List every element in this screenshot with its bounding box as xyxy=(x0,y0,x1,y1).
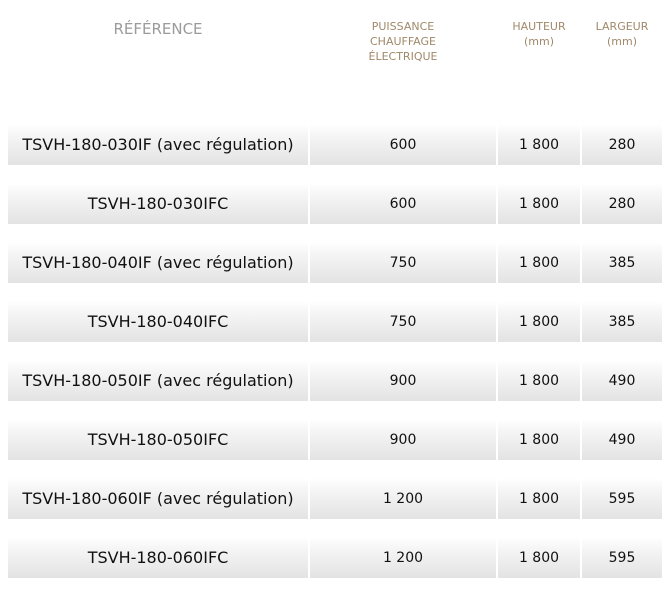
cell-width: 490 xyxy=(582,419,662,460)
cell-width: 595 xyxy=(582,537,662,578)
cell-reference: TSVH-180-040IF (avec régulation) xyxy=(8,242,308,283)
cell-reference: TSVH-180-030IF (avec régulation) xyxy=(8,124,308,165)
header-width: LARGEUR (mm) xyxy=(582,19,662,49)
cell-width: 280 xyxy=(582,183,662,224)
cell-reference: TSVH-180-050IFC xyxy=(8,419,308,460)
cell-power: 1 200 xyxy=(310,478,496,519)
cell-power: 600 xyxy=(310,183,496,224)
cell-reference: TSVH-180-060IF (avec régulation) xyxy=(8,478,308,519)
cell-reference: TSVH-180-040IFC xyxy=(8,301,308,342)
cell-power: 900 xyxy=(310,360,496,401)
header-reference: RÉFÉRENCE xyxy=(113,20,203,38)
cell-height: 1 800 xyxy=(498,183,580,224)
cell-height: 1 800 xyxy=(498,124,580,165)
header-width-unit: (mm) xyxy=(606,35,637,48)
header-height-line: HAUTEUR xyxy=(512,20,566,33)
cell-width: 280 xyxy=(582,124,662,165)
table-body: TSVH-180-030IF (avec régulation) 600 1 8… xyxy=(8,124,662,596)
cell-power: 900 xyxy=(310,419,496,460)
table-row: TSVH-180-040IF (avec régulation) 750 1 8… xyxy=(8,242,662,283)
cell-height: 1 800 xyxy=(498,242,580,283)
cell-width: 385 xyxy=(582,242,662,283)
table-header: RÉFÉRENCE PUISSANCE CHAUFFAGE ÉLECTRIQUE… xyxy=(0,0,666,110)
cell-power: 600 xyxy=(310,124,496,165)
table-row: TSVH-180-030IFC 600 1 800 280 xyxy=(8,183,662,224)
table-row: TSVH-180-040IFC 750 1 800 385 xyxy=(8,301,662,342)
cell-height: 1 800 xyxy=(498,360,580,401)
cell-height: 1 800 xyxy=(498,478,580,519)
table-row: TSVH-180-060IFC 1 200 1 800 595 xyxy=(8,537,662,578)
cell-width: 490 xyxy=(582,360,662,401)
table-row: TSVH-180-060IF (avec régulation) 1 200 1… xyxy=(8,478,662,519)
cell-power: 750 xyxy=(310,301,496,342)
header-height-unit: (mm) xyxy=(523,35,554,48)
cell-reference: TSVH-180-030IFC xyxy=(8,183,308,224)
spec-table: RÉFÉRENCE PUISSANCE CHAUFFAGE ÉLECTRIQUE… xyxy=(0,0,666,588)
table-row: TSVH-180-050IFC 900 1 800 490 xyxy=(8,419,662,460)
header-width-line: LARGEUR xyxy=(595,20,649,33)
cell-power: 750 xyxy=(310,242,496,283)
cell-height: 1 800 xyxy=(498,419,580,460)
cell-reference: TSVH-180-050IF (avec régulation) xyxy=(8,360,308,401)
header-power-line: CHAUFFAGE xyxy=(370,35,436,48)
table-row: TSVH-180-030IF (avec régulation) 600 1 8… xyxy=(8,124,662,165)
cell-power: 1 200 xyxy=(310,537,496,578)
cell-reference: TSVH-180-060IFC xyxy=(8,537,308,578)
header-power-line: PUISSANCE xyxy=(371,20,435,33)
header-height: HAUTEUR (mm) xyxy=(498,19,580,49)
cell-width: 385 xyxy=(582,301,662,342)
table-row: TSVH-180-050IF (avec régulation) 900 1 8… xyxy=(8,360,662,401)
cell-height: 1 800 xyxy=(498,301,580,342)
header-power-line: ÉLECTRIQUE xyxy=(368,50,438,63)
header-power: PUISSANCE CHAUFFAGE ÉLECTRIQUE xyxy=(310,19,496,64)
cell-height: 1 800 xyxy=(498,537,580,578)
cell-width: 595 xyxy=(582,478,662,519)
